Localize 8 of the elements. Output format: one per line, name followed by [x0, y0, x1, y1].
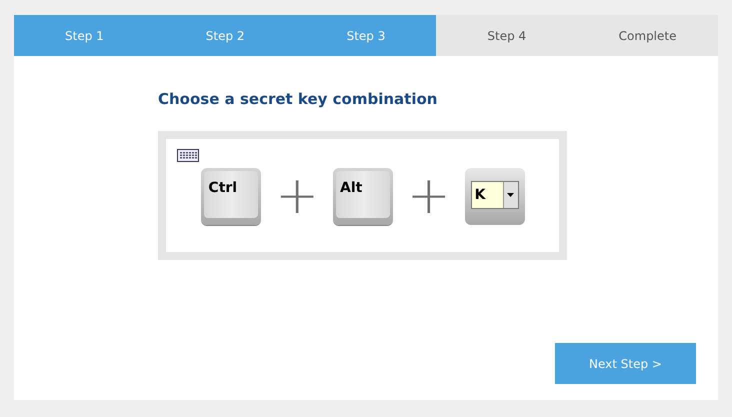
caret-icon [502, 182, 518, 208]
key-label: Ctrl [208, 180, 238, 196]
plus-sign: + [407, 170, 451, 222]
keyboard-icon [177, 148, 199, 162]
key-label: Alt [340, 180, 362, 196]
heading: Choose a secret key combination [158, 89, 438, 110]
key-select[interactable]: K [470, 180, 519, 208]
plus-sign: + [275, 170, 319, 222]
